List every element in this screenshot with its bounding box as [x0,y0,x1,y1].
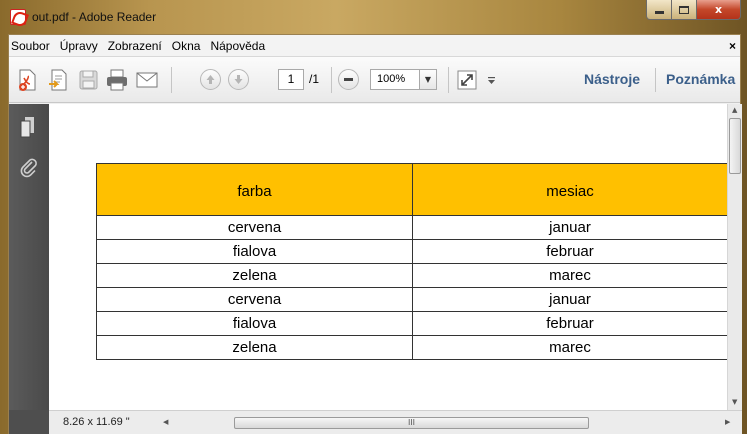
zoom-dropdown-button[interactable]: ▼ [419,69,437,90]
title-bar: out.pdf - Adobe Reader x [0,0,747,34]
table-cell: januar [412,215,727,240]
data-table: farba mesiac cervena januar fialova febr… [96,163,727,360]
navigation-panel [9,104,49,410]
attachments-icon[interactable] [20,158,38,178]
table-cell: marec [412,335,727,360]
toolbar: 1 /1 100% ▼ Nástroje Poznámka [9,57,740,103]
vertical-scroll-thumb[interactable] [729,118,741,174]
scroll-grip-icon: III [407,418,416,427]
minus-icon [344,78,353,81]
table-row: zelena marec [96,263,727,288]
table-row: cervena januar [96,215,727,240]
table-cell: januar [412,287,727,312]
toolbar-separator [655,68,656,92]
table-row: zelena marec [96,335,727,360]
document-page: farba mesiac cervena januar fialova febr… [49,104,727,410]
menu-upravy[interactable]: Úpravy [55,35,103,57]
zoom-out-button[interactable] [338,69,359,90]
page-size-label: 8.26 x 11.69 " [63,416,130,428]
toolbar-overflow-icon[interactable] [487,76,496,85]
export-icon[interactable] [46,68,70,92]
app-window: Soubor Úpravy Zobrazení Okna Nápověda × [8,34,742,434]
page-total-label: /1 [309,72,320,86]
horizontal-scroll-thumb[interactable]: III [234,417,589,429]
table-cell: fialova [96,311,413,336]
tools-panel-link[interactable]: Nástroje [584,71,640,87]
navigation-panel-footer [9,410,49,434]
table-cell: cervena [96,215,413,240]
table-row: fialova februar [96,311,727,336]
table-cell: februar [412,311,727,336]
minimize-icon [654,11,664,14]
menu-zobrazeni[interactable]: Zobrazení [103,35,167,57]
email-icon[interactable] [135,68,159,92]
table-cell: zelena [96,263,413,288]
table-header-row: farba mesiac [96,163,727,216]
horizontal-scrollbar[interactable]: ◀ III ▶ [159,416,734,430]
zoom-level-input[interactable]: 100% [370,69,420,90]
previous-page-button[interactable] [200,69,221,90]
column-header-mesiac: mesiac [412,163,727,216]
page-number-input[interactable]: 1 [278,69,304,90]
table-cell: fialova [96,239,413,264]
scroll-down-icon[interactable]: ▼ [732,398,737,406]
table-row: fialova februar [96,239,727,264]
maximize-icon [679,5,689,14]
adobe-reader-icon [10,9,26,25]
table-cell: marec [412,263,727,288]
maximize-button[interactable] [672,0,697,20]
table-row: cervena januar [96,287,727,312]
page-thumbnails-icon[interactable] [19,116,39,138]
status-bar: 8.26 x 11.69 " ◀ III ▶ [49,410,742,434]
table-cell: februar [412,239,727,264]
toolbar-separator [171,67,172,93]
table-cell: cervena [96,287,413,312]
vertical-scrollbar[interactable]: ▲ ▼ [727,104,742,410]
arrow-up-icon [206,75,215,84]
close-document-icon[interactable]: × [729,39,736,53]
table-cell: zelena [96,335,413,360]
fit-page-icon[interactable] [455,68,479,92]
menu-bar: Soubor Úpravy Zobrazení Okna Nápověda × [9,35,740,57]
create-pdf-icon[interactable] [15,68,39,92]
menu-okna[interactable]: Okna [167,35,206,57]
column-header-farba: farba [96,163,413,216]
minimize-button[interactable] [646,0,672,20]
scroll-right-icon[interactable]: ▶ [725,418,730,426]
print-icon[interactable] [105,68,129,92]
comment-panel-link[interactable]: Poznámka [666,71,735,87]
menu-soubor[interactable]: Soubor [9,35,55,57]
window-title: out.pdf - Adobe Reader [32,10,157,24]
window-controls: x [646,0,741,20]
close-button[interactable]: x [697,0,741,20]
menu-napoveda[interactable]: Nápověda [205,35,270,57]
save-icon[interactable] [76,68,100,92]
close-icon: x [714,3,723,16]
scroll-up-icon[interactable]: ▲ [732,106,737,114]
toolbar-separator [448,67,449,93]
scroll-left-icon[interactable]: ◀ [163,418,168,426]
next-page-button[interactable] [228,69,249,90]
toolbar-separator [331,67,332,93]
arrow-down-icon [234,75,243,84]
